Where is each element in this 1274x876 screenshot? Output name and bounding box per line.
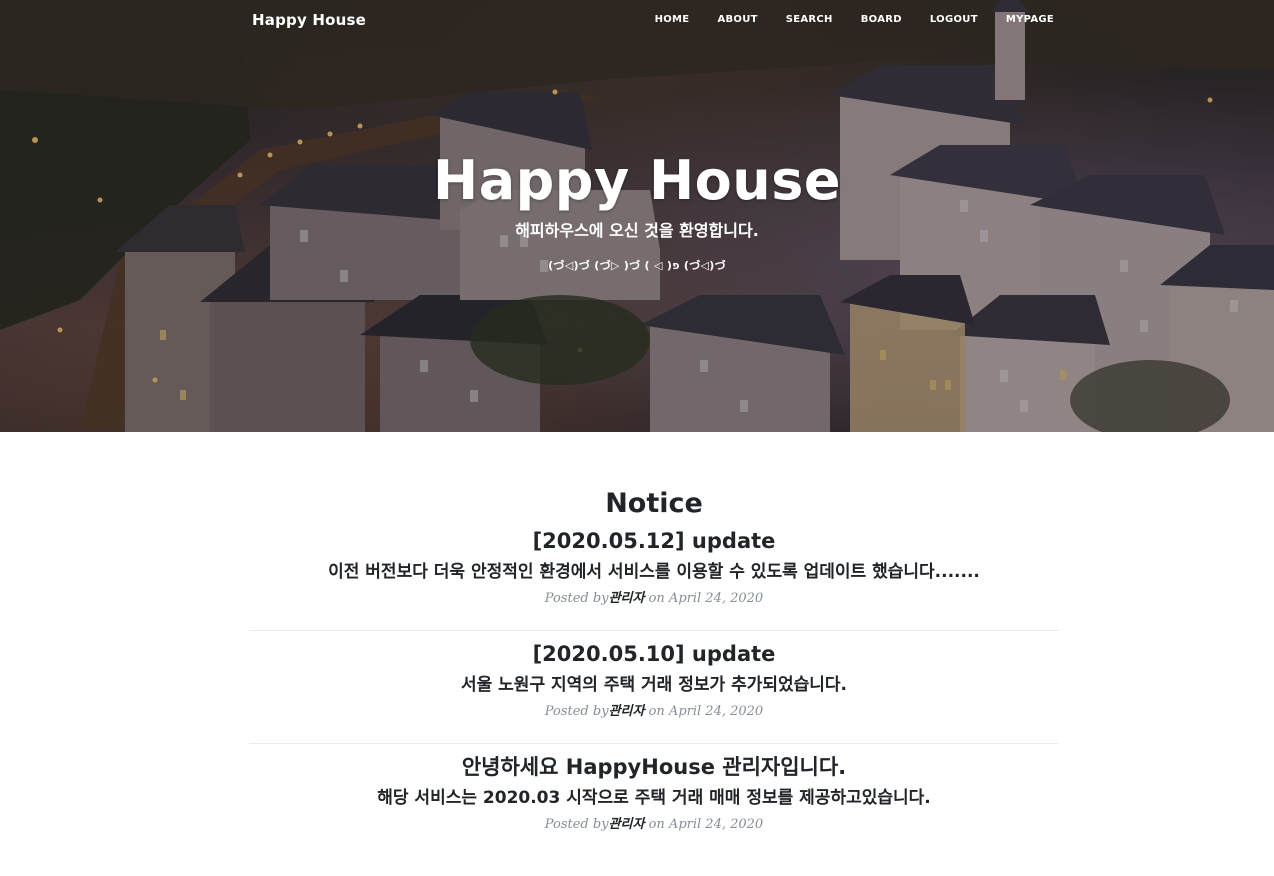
nav-item-about: ABOUT (689, 14, 757, 25)
post-title[interactable]: [2020.05.10] update (249, 639, 1059, 669)
post-meta: Posted by관리자 on April 24, 2020 (249, 590, 1059, 608)
post-meta-posted-by: Posted by (544, 817, 609, 832)
hero-title: Happy House (433, 149, 841, 212)
nav-link-logout[interactable]: LOGOUT (902, 14, 978, 25)
nav-link-mypage[interactable]: MYPAGE (978, 14, 1054, 25)
nav-item-mypage: MYPAGE (978, 14, 1054, 25)
post-date: on April 24, 2020 (648, 704, 764, 719)
post-title[interactable]: 안녕하세요 HappyHouse 관리자입니다. (249, 752, 1059, 782)
post-subtitle[interactable]: 서울 노원구 지역의 주택 거래 정보가 추가되었습니다. (249, 673, 1059, 697)
hero-header: Happy House HOME ABOUT SEARCH BOARD LOGO… (0, 0, 1274, 432)
post-preview: [2020.05.12] update 이전 버전보다 더욱 안정적인 환경에서… (249, 526, 1059, 608)
top-navbar: Happy House HOME ABOUT SEARCH BOARD LOGO… (0, 0, 1274, 42)
nav-item-search: SEARCH (758, 14, 833, 25)
post-subtitle[interactable]: 이전 버전보다 더욱 안정적인 환경에서 서비스를 이용할 수 있도록 업데이트… (249, 560, 1059, 584)
nav-item-board: BOARD (833, 14, 902, 25)
post-author-link[interactable]: 관리자 (609, 591, 645, 606)
post-date: on April 24, 2020 (648, 591, 764, 606)
post-preview: 안녕하세요 HappyHouse 관리자입니다. 해당 서비스는 2020.03… (249, 752, 1059, 834)
nav-item-home: HOME (627, 14, 690, 25)
post-author-link[interactable]: 관리자 (609, 817, 645, 832)
post-meta: Posted by관리자 on April 24, 2020 (249, 816, 1059, 834)
nav-links: HOME ABOUT SEARCH BOARD LOGOUT MYPAGE (627, 14, 1054, 25)
nav-item-logout: LOGOUT (902, 14, 978, 25)
post-title[interactable]: [2020.05.12] update (249, 526, 1059, 556)
hero-heading-block: Happy House 해피하우스에 오신 것을 환영합니다. (づ◁)づ (づ… (0, 148, 1274, 274)
nav-link-home[interactable]: HOME (627, 14, 690, 25)
post-preview: [2020.05.10] update 서울 노원구 지역의 주택 거래 정보가… (249, 639, 1059, 721)
notice-heading: Notice (605, 488, 703, 519)
post-meta-posted-by: Posted by (544, 704, 609, 719)
post-meta-posted-by: Posted by (544, 591, 609, 606)
post-divider (249, 743, 1059, 744)
hero-emoticon: (づ◁)づ (づ▷ )づ ( ◁ )פ (づ◁)づ (548, 259, 726, 272)
post-subtitle[interactable]: 해당 서비스는 2020.03 시작으로 주택 거래 매매 정보를 제공하고있습… (249, 786, 1059, 810)
post-date: on April 24, 2020 (648, 817, 764, 832)
notice-container: Notice [2020.05.12] update 이전 버전보다 더욱 안정… (249, 486, 1059, 834)
nav-link-search[interactable]: SEARCH (758, 14, 833, 25)
nav-link-board[interactable]: BOARD (833, 14, 902, 25)
nav-link-about[interactable]: ABOUT (689, 14, 757, 25)
post-author-link[interactable]: 관리자 (609, 704, 645, 719)
post-divider (249, 630, 1059, 631)
post-meta: Posted by관리자 on April 24, 2020 (249, 703, 1059, 721)
notice-section: Notice [2020.05.12] update 이전 버전보다 더욱 안정… (0, 432, 1274, 876)
hero-subtitle: 해피하우스에 오신 것을 환영합니다. (515, 221, 759, 240)
navbar-brand-link[interactable]: Happy House (252, 11, 366, 29)
